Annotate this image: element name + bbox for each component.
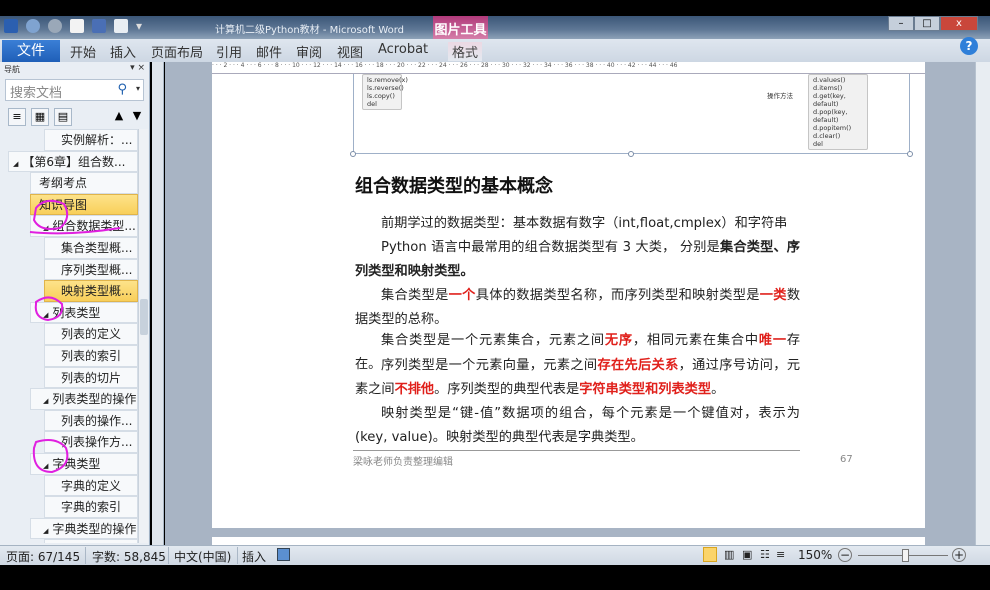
- new-document-icon[interactable]: [70, 19, 84, 33]
- mindmap-method: d.clear(): [813, 132, 841, 140]
- close-button[interactable]: x: [940, 16, 978, 31]
- customize-toolbar-icon[interactable]: ▾: [136, 19, 144, 33]
- emphasis-text: 唯一: [758, 333, 787, 348]
- body-paragraph: 序列类型是一个元素向量，元素之间存在先后关系，通过序号访问，元素之间不排他。序列…: [355, 354, 800, 403]
- emphasis-text: 一类: [759, 288, 787, 303]
- picture-tools-label: 图片工具: [434, 23, 487, 38]
- next-page: [212, 537, 925, 545]
- help-button[interactable]: ?: [960, 37, 978, 55]
- tab-format[interactable]: 格式: [448, 42, 483, 61]
- tab-home[interactable]: 开始: [70, 42, 96, 61]
- vertical-scrollbar[interactable]: [975, 62, 990, 545]
- body-paragraph: Python 语言中最常用的组合数据类型有 3 大类， 分别是集合类型、序列类型…: [355, 236, 800, 285]
- mindmap-method: ls.copy(): [367, 92, 395, 100]
- mindmap-method: d.pop(key, default): [813, 108, 848, 124]
- mindmap-method: d.values(): [813, 76, 846, 84]
- emphasis-text: 字符串类型和列表类型: [579, 382, 712, 398]
- tab-page-layout[interactable]: 页面布局: [151, 42, 203, 61]
- tab-view[interactable]: 视图: [337, 42, 363, 61]
- body-paragraph: 集合类型是一个具体的数据类型名称，而序列类型和映射类型是一类数据类型的总称。: [355, 284, 800, 333]
- mindmap-method: ls.reverse(): [367, 84, 404, 92]
- mindmap-method: ls.remove(x): [367, 76, 408, 84]
- tab-file[interactable]: 文件: [2, 40, 60, 62]
- outline-icon[interactable]: ☷: [760, 548, 770, 561]
- text-run: 前期学过的数据类型：基本数据有数字（int,float,cmplex）和字符串: [381, 216, 788, 231]
- mindmap-method: d.popitem(): [813, 124, 852, 132]
- text-run: 序列类型是一个元素向量，元素之间: [381, 358, 598, 373]
- quick-access-toolbar: ▾: [4, 19, 144, 33]
- tab-mailings[interactable]: 邮件: [256, 42, 282, 61]
- print-layout-icon[interactable]: [703, 547, 717, 562]
- print-preview-icon[interactable]: [114, 19, 128, 33]
- mindmap-dict-methods: d.values() d.items() d.get(key, default) d.…: [808, 74, 868, 150]
- text-run: 具体的数据类型名称，而序列类型和映射类型是: [475, 288, 760, 303]
- body-paragraph: 映射类型是“键-值”数据项的组合，每个元素是一个键值对，表示为(key, val…: [355, 402, 800, 451]
- mindmap-operations-label: 操作方法: [767, 92, 793, 100]
- undo-icon[interactable]: [26, 19, 40, 33]
- maximize-button[interactable]: □: [914, 16, 940, 31]
- full-screen-reading-icon[interactable]: ▥: [724, 548, 734, 561]
- text-run: 映射类型是“键-值”数据项的组合，每个元素是一个键值对，表示为(key, val…: [355, 406, 800, 446]
- page-content: ls.remove(x) ls.reverse() ls.copy() del 操作方…: [0, 72, 990, 532]
- resize-handle[interactable]: [907, 151, 913, 157]
- minimize-button[interactable]: –: [888, 16, 914, 31]
- mindmap-method: d.items(): [813, 84, 843, 92]
- language[interactable]: 中文(中国): [174, 548, 231, 565]
- text-run: 集合类型是一个元素集合，元素之间: [381, 333, 605, 348]
- text-run: 集合类型是: [381, 288, 449, 303]
- page-number: 67: [840, 454, 853, 465]
- mindmap-method: del: [367, 100, 377, 108]
- macro-record-icon[interactable]: [277, 548, 290, 561]
- status-bar: 页面: 67/145 字数: 58,845 中文(中国) 插入 ▥ ▣ ☷ ≡ …: [0, 545, 990, 565]
- ribbon-tabs: 文件 开始 插入 页面布局 引用 邮件 审阅 视图 Acrobat 格式 ?: [0, 37, 990, 62]
- text-run: 。序列类型的典型代表是: [434, 382, 580, 398]
- word-logo-icon: [4, 19, 18, 33]
- tab-review[interactable]: 审阅: [296, 42, 322, 61]
- body-paragraph: 前期学过的数据类型：基本数据有数字（int,float,cmplex）和字符串: [355, 212, 800, 236]
- zoom-slider-thumb[interactable]: [902, 549, 909, 562]
- draft-icon[interactable]: ≡: [776, 548, 785, 561]
- emphasis-text: 一个: [448, 288, 476, 303]
- tab-references[interactable]: 引用: [216, 42, 242, 61]
- text-run: 。: [711, 382, 725, 398]
- tab-insert[interactable]: 插入: [110, 42, 136, 61]
- section-heading: 组合数据类型的基本概念: [355, 176, 553, 197]
- zoom-level[interactable]: 150%: [798, 548, 832, 562]
- tab-acrobat[interactable]: Acrobat: [378, 42, 428, 57]
- window-controls: – □ x: [888, 16, 978, 31]
- page-footer: 梁咏老师负责整理编辑: [353, 450, 800, 468]
- title-bar: ▾ 计算机二级Python教材 - Microsoft Word 图片工具 虎课…: [0, 16, 990, 86]
- zoom-in-button[interactable]: +: [952, 548, 966, 562]
- web-layout-icon[interactable]: ▣: [742, 548, 752, 561]
- resize-handle[interactable]: [350, 151, 356, 157]
- window-title: 计算机二级Python教材 - Microsoft Word: [215, 25, 405, 36]
- insert-mode[interactable]: 插入: [242, 548, 266, 565]
- resize-handle[interactable]: [628, 151, 634, 157]
- mindmap-method: d.get(key, default): [813, 92, 846, 108]
- emphasis-text: 存在先后关系: [597, 358, 679, 373]
- text-run: ，相同元素在集合中: [632, 333, 759, 348]
- emphasis-text: 不排他: [394, 382, 435, 398]
- save-icon[interactable]: [92, 19, 106, 33]
- mindmap-method: del: [813, 140, 823, 148]
- mindmap-list-methods: ls.remove(x) ls.reverse() ls.copy() del: [362, 74, 408, 110]
- word-count[interactable]: 字数: 58,845: [92, 548, 166, 565]
- page-count[interactable]: 页面: 67/145: [6, 548, 80, 565]
- zoom-out-button[interactable]: −: [838, 548, 852, 562]
- emphasis-text: 无序: [604, 333, 633, 348]
- text-run: Python 语言中最常用的组合数据类型有 3 大类， 分别是: [381, 240, 720, 255]
- redo-icon[interactable]: [48, 19, 62, 33]
